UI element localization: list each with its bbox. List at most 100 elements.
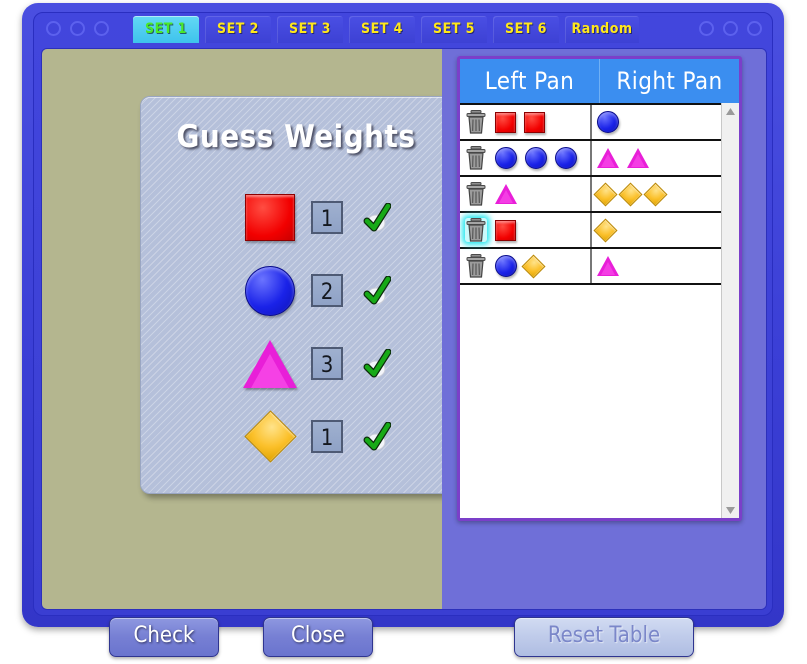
triangle-shape — [495, 184, 517, 204]
tab-set-1[interactable]: SET 1 — [133, 16, 199, 43]
scrollbar-track[interactable] — [722, 119, 739, 502]
table-empty-area — [460, 285, 721, 518]
table-row — [460, 105, 721, 141]
diamond-shape — [593, 218, 617, 242]
window-decoration-left — [46, 21, 109, 36]
decoration-circle-icon — [723, 21, 738, 36]
diamond-shape — [643, 182, 667, 206]
weight-status-icon — [361, 276, 391, 306]
table-row — [460, 249, 721, 285]
table-cell-left-pan — [460, 177, 592, 211]
weight-shape-cell — [237, 266, 303, 316]
triangle-shape — [597, 148, 619, 168]
diamond-shape — [244, 410, 296, 462]
square-shape — [524, 112, 545, 133]
weight-value-input[interactable]: 1 — [311, 201, 343, 234]
weight-status-icon — [361, 349, 391, 379]
check-mark-icon — [361, 349, 391, 379]
trash-icon[interactable] — [465, 146, 487, 170]
titlebar: SET 1SET 2SET 3SET 4SET 5SET 6Random — [34, 13, 774, 48]
caret-down-icon — [726, 507, 735, 514]
table-row — [460, 213, 721, 249]
table-cell-right-pan — [592, 249, 722, 283]
table-cell-left-pan — [460, 141, 592, 175]
reset-table-button[interactable]: Reset Table — [514, 617, 694, 657]
triangle-shape — [243, 340, 297, 388]
window-decoration-right — [699, 21, 762, 36]
table-header-left-pan: Left Pan — [460, 59, 600, 103]
tab-set-6[interactable]: SET 6 — [493, 16, 559, 43]
guess-pane: Guess Weights 1231 — [42, 49, 442, 609]
tab-strip: SET 1SET 2SET 3SET 4SET 5SET 6Random — [133, 16, 645, 46]
decoration-circle-icon — [70, 21, 85, 36]
content-area: Guess Weights 1 2 3 1 Left Pan Right Pan — [41, 48, 767, 610]
guess-weights-title: Guess Weights — [141, 119, 451, 155]
diamond-shape — [521, 254, 545, 278]
circle-shape — [245, 266, 295, 316]
tab-set-3[interactable]: SET 3 — [277, 16, 343, 43]
weight-row: 1 — [141, 400, 451, 473]
weight-row: 1 — [141, 181, 451, 254]
table-row — [460, 141, 721, 177]
trash-icon[interactable] — [465, 110, 487, 134]
table-cell-left-pan — [460, 249, 592, 283]
decoration-circle-icon — [747, 21, 762, 36]
tab-set-2[interactable]: SET 2 — [205, 16, 271, 43]
close-button[interactable]: Close — [263, 617, 373, 657]
weight-status-icon — [361, 203, 391, 233]
weight-shape-cell — [237, 340, 303, 388]
weight-value-input[interactable]: 1 — [311, 420, 343, 453]
trash-icon[interactable] — [465, 254, 487, 278]
square-shape — [495, 112, 516, 133]
decoration-circle-icon — [94, 21, 109, 36]
trash-icon[interactable] — [465, 218, 487, 242]
circle-shape — [495, 255, 517, 277]
circle-shape — [597, 111, 619, 133]
decoration-circle-icon — [699, 21, 714, 36]
trash-icon[interactable] — [465, 182, 487, 206]
caret-up-icon — [726, 108, 735, 115]
left-buttons: Check Close — [41, 610, 441, 664]
table-scrollbar[interactable] — [721, 103, 739, 518]
table-header-row: Left Pan Right Pan — [460, 59, 739, 103]
table-cell-right-pan — [592, 105, 722, 139]
bottom-button-bar: Check Close Reset Table — [41, 610, 767, 664]
table-cell-right-pan — [592, 141, 722, 175]
circle-shape — [495, 147, 517, 169]
diamond-shape — [593, 182, 617, 206]
square-shape — [495, 220, 516, 241]
table-body — [460, 103, 721, 518]
square-shape — [245, 194, 295, 241]
triangle-shape — [627, 148, 649, 168]
check-mark-icon — [361, 276, 391, 306]
check-mark-icon — [361, 422, 391, 452]
tab-random[interactable]: Random — [565, 16, 639, 43]
check-mark-icon — [361, 203, 391, 233]
check-button[interactable]: Check — [109, 617, 219, 657]
table-cell-left-pan — [460, 213, 592, 247]
circle-shape — [555, 147, 577, 169]
decoration-circle-icon — [46, 21, 61, 36]
table-cell-right-pan — [592, 177, 722, 211]
weight-status-icon — [361, 422, 391, 452]
weight-value-input[interactable]: 2 — [311, 274, 343, 307]
circle-shape — [525, 147, 547, 169]
tab-set-4[interactable]: SET 4 — [349, 16, 415, 43]
table-cell-right-pan — [592, 213, 722, 247]
weight-shape-cell — [237, 418, 303, 455]
window-inner: SET 1SET 2SET 3SET 4SET 5SET 6Random Gue… — [33, 12, 773, 616]
table-row — [460, 177, 721, 213]
weight-row: 2 — [141, 254, 451, 327]
guess-weights-card: Guess Weights 1 2 3 1 — [140, 96, 452, 494]
weight-row: 3 — [141, 327, 451, 400]
scroll-down-button[interactable] — [722, 502, 739, 518]
weight-row-list: 1 2 3 1 — [141, 181, 451, 473]
weight-value-input[interactable]: 3 — [311, 347, 343, 380]
app-window: SET 1SET 2SET 3SET 4SET 5SET 6Random Gue… — [22, 3, 784, 627]
tab-set-5[interactable]: SET 5 — [421, 16, 487, 43]
right-buttons: Reset Table — [441, 610, 767, 664]
table-body-wrapper — [460, 103, 739, 518]
table-pane: Left Pan Right Pan — [442, 49, 766, 609]
scroll-up-button[interactable] — [722, 103, 739, 119]
table-header-right-pan: Right Pan — [600, 59, 739, 103]
